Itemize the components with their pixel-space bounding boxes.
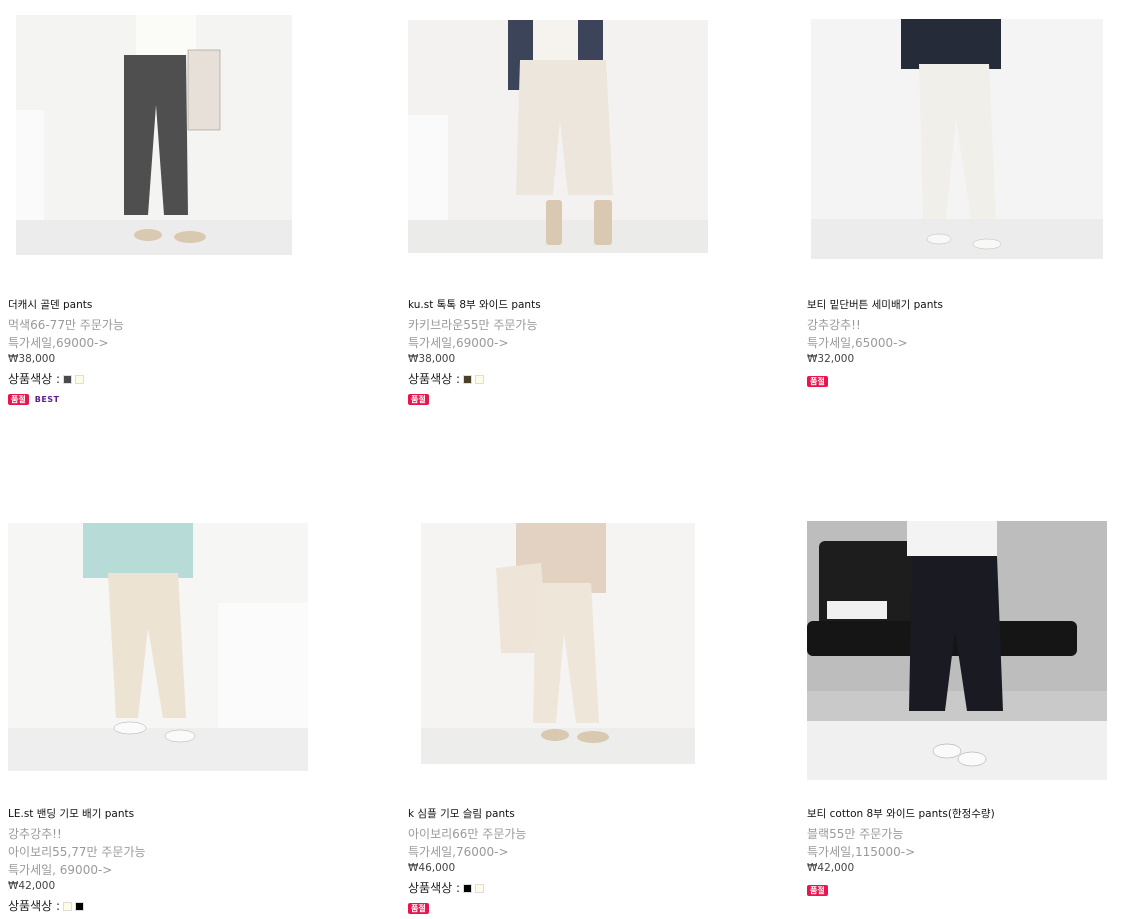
soldout-badge: 품절 [408,394,429,405]
best-badge: BEST [34,395,60,404]
color-swatch [475,374,485,384]
product-sale-note: 특가세일, 69000-> [8,863,113,877]
product-name[interactable]: 보티 밑단버튼 세미배기 pants [807,298,1137,316]
badges: 품절 [807,885,1137,896]
product-note: 강추강추!! [8,827,62,841]
product-image[interactable] [421,523,695,764]
product-name[interactable]: k 심플 기모 슬림 pants [408,807,738,825]
product-price: ₩32,000 [807,353,855,365]
soldout-badge: 품절 [807,885,828,896]
color-label: 상품색상 : [408,881,461,895]
soldout-badge: 품절 [408,903,429,914]
color-swatch [75,374,85,384]
product-name[interactable]: 보티 cotton 8부 와이드 pants(한정수량) [807,807,1137,825]
product-image[interactable] [811,19,1103,259]
product-price: ₩38,000 [8,353,56,365]
product-price: ₩42,000 [8,880,56,892]
product-price: ₩42,000 [807,862,855,874]
color-swatch [463,883,473,893]
badges: 품절 [408,394,738,405]
product-note: 블랙55만 주문가능 [807,827,904,841]
color-label: 상품색상 : [408,372,461,386]
color-label: 상품색상 : [8,899,61,913]
product-price: ₩38,000 [408,353,456,365]
product-note: 아이보리66만 주문가능 [408,827,527,841]
product-image[interactable] [8,523,308,771]
product-name[interactable]: 더캐시 골덴 pants [8,298,338,316]
soldout-badge: 품절 [807,376,828,387]
color-swatch [75,901,85,911]
product-name[interactable]: ku.st 톡톡 8부 와이드 pants [408,298,738,316]
product-note: 먹색66-77만 주문가능 [8,318,124,332]
product-image[interactable] [408,20,708,253]
product-price: ₩46,000 [408,862,456,874]
product-image[interactable] [807,521,1107,780]
color-options: 상품색상 : [8,897,338,915]
color-swatch [63,374,73,384]
color-swatch [463,374,473,384]
product-size-note: 아이보리55,77만 주문가능 [8,845,146,859]
product-name[interactable]: LE.st 밴딩 기모 배기 pants [8,807,338,825]
product-sale-note: 특가세일,69000-> [408,336,509,350]
color-options: 상품색상 : [408,879,738,897]
product-sale-note: 특가세일,76000-> [408,845,509,859]
color-label: 상품색상 : [8,372,61,386]
badges: 품절 BEST [8,394,338,405]
color-swatch [63,901,73,911]
product-note: 강추강추!! [807,318,861,332]
soldout-badge: 품절 [8,394,29,405]
badges: 품절 [408,903,738,914]
product-sale-note: 특가세일,69000-> [8,336,109,350]
color-swatch [475,883,485,893]
badges: 품절 [807,376,1137,387]
color-options: 상품색상 : [408,370,738,388]
product-sale-note: 특가세일,65000-> [807,336,908,350]
product-note: 카키브라운55만 주문가능 [408,318,538,332]
product-image[interactable] [16,15,292,255]
color-options: 상품색상 : [8,370,338,388]
product-sale-note: 특가세일,115000-> [807,845,916,859]
